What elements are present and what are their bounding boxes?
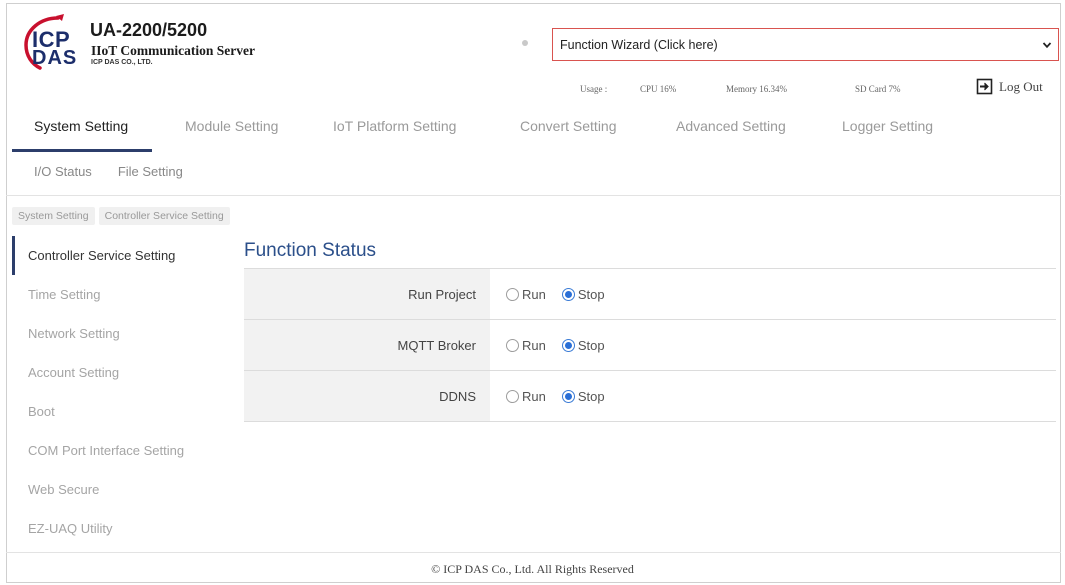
sub-nav: I/O Status File Setting bbox=[34, 164, 183, 179]
sidebar-item-web-secure[interactable]: Web Secure bbox=[12, 470, 232, 509]
radio-label: Stop bbox=[577, 286, 605, 302]
radio-circle bbox=[506, 389, 519, 403]
usage-sdcard: SD Card 7% bbox=[855, 84, 901, 94]
radio-label: Stop bbox=[577, 388, 605, 404]
company-name: ICP DAS CO., LTD. bbox=[91, 59, 153, 66]
radio-label: Run bbox=[522, 337, 546, 353]
radio-label: Run bbox=[522, 388, 546, 404]
ddns-run-radio[interactable]: Run bbox=[506, 389, 546, 404]
radio-circle bbox=[506, 338, 519, 352]
table-row: MQTT Broker Run Stop bbox=[244, 320, 1056, 371]
sidebar-item-network[interactable]: Network Setting bbox=[12, 314, 232, 353]
product-name: UA-2200/5200 bbox=[90, 20, 208, 40]
sidebar-item-account[interactable]: Account Setting bbox=[12, 353, 232, 392]
radio-label: Run bbox=[522, 286, 546, 302]
sidebar-item-com-port[interactable]: COM Port Interface Setting bbox=[12, 431, 232, 470]
product-subtitle: IIoT Communication Server bbox=[91, 43, 255, 58]
sidebar-item-time[interactable]: Time Setting bbox=[12, 275, 232, 314]
chevron-down-icon bbox=[1042, 42, 1052, 49]
logout-icon bbox=[976, 78, 993, 95]
divider bbox=[6, 195, 1061, 196]
sidebar-item-controller-service[interactable]: Controller Service Setting bbox=[12, 236, 232, 275]
mqtt-broker-stop-radio[interactable]: Stop bbox=[561, 337, 605, 353]
row-label: Run Project bbox=[244, 269, 490, 319]
run-project-run-radio[interactable]: Run bbox=[506, 287, 546, 302]
ddns-stop-radio[interactable]: Stop bbox=[561, 388, 605, 404]
mqtt-broker-run-radio[interactable]: Run bbox=[506, 338, 546, 353]
breadcrumb: System Setting Controller Service Settin… bbox=[12, 207, 230, 225]
run-project-stop-radio[interactable]: Stop bbox=[561, 286, 605, 302]
breadcrumb-item-controller-service[interactable]: Controller Service Setting bbox=[98, 207, 230, 225]
function-wizard-select[interactable]: Function Wizard (Click here) bbox=[552, 28, 1059, 61]
usage-label: Usage : bbox=[580, 84, 608, 94]
radio-label: Stop bbox=[577, 337, 605, 353]
logout-label: Log Out bbox=[999, 78, 1043, 94]
active-tab-indicator bbox=[12, 149, 152, 152]
radio-circle-selected bbox=[561, 338, 575, 352]
sidebar-item-ez-uaq[interactable]: EZ-UAQ Utility bbox=[12, 509, 232, 548]
status-dot-icon bbox=[522, 40, 528, 46]
run-project-radio-group: Run Stop bbox=[506, 287, 621, 302]
subnav-io-status[interactable]: I/O Status bbox=[34, 164, 92, 179]
sidebar: Controller Service Setting Time Setting … bbox=[12, 236, 232, 548]
table-row: DDNS Run Stop bbox=[244, 371, 1056, 422]
usage-cpu: CPU 16% bbox=[640, 84, 677, 94]
radio-circle-selected bbox=[561, 287, 575, 301]
logo-text-das: DAS bbox=[32, 47, 78, 69]
logout-button[interactable]: Log Out bbox=[976, 78, 1043, 95]
row-label: MQTT Broker bbox=[244, 320, 490, 370]
footer-copyright: © ICP DAS Co., Ltd. All Rights Reserved bbox=[431, 562, 634, 576]
tab-iot-platform-setting[interactable]: IoT Platform Setting bbox=[333, 114, 456, 138]
function-wizard-label: Function Wizard (Click here) bbox=[560, 37, 718, 52]
table-row: Run Project Run Stop bbox=[244, 269, 1056, 320]
ddns-radio-group: Run Stop bbox=[506, 389, 621, 404]
radio-circle bbox=[506, 287, 519, 301]
radio-circle-selected bbox=[561, 389, 575, 403]
sidebar-item-boot[interactable]: Boot bbox=[12, 392, 232, 431]
subnav-file-setting[interactable]: File Setting bbox=[118, 164, 183, 179]
tab-module-setting[interactable]: Module Setting bbox=[185, 114, 278, 138]
breadcrumb-item-system-setting[interactable]: System Setting bbox=[12, 207, 95, 225]
mqtt-broker-radio-group: Run Stop bbox=[506, 338, 621, 353]
row-label: DDNS bbox=[244, 371, 490, 421]
tab-system-setting[interactable]: System Setting bbox=[34, 114, 128, 138]
app-logo: ICP DAS UA-2200/5200 IIoT Communication … bbox=[18, 12, 318, 72]
footer-divider bbox=[6, 552, 1061, 553]
tab-advanced-setting[interactable]: Advanced Setting bbox=[676, 114, 786, 138]
usage-memory: Memory 16.34% bbox=[726, 84, 787, 94]
tab-convert-setting[interactable]: Convert Setting bbox=[520, 114, 617, 138]
page-title: Function Status bbox=[244, 240, 377, 261]
function-status-table: Run Project Run Stop MQTT Broker Run Sto… bbox=[244, 268, 1056, 422]
tab-logger-setting[interactable]: Logger Setting bbox=[842, 114, 933, 138]
